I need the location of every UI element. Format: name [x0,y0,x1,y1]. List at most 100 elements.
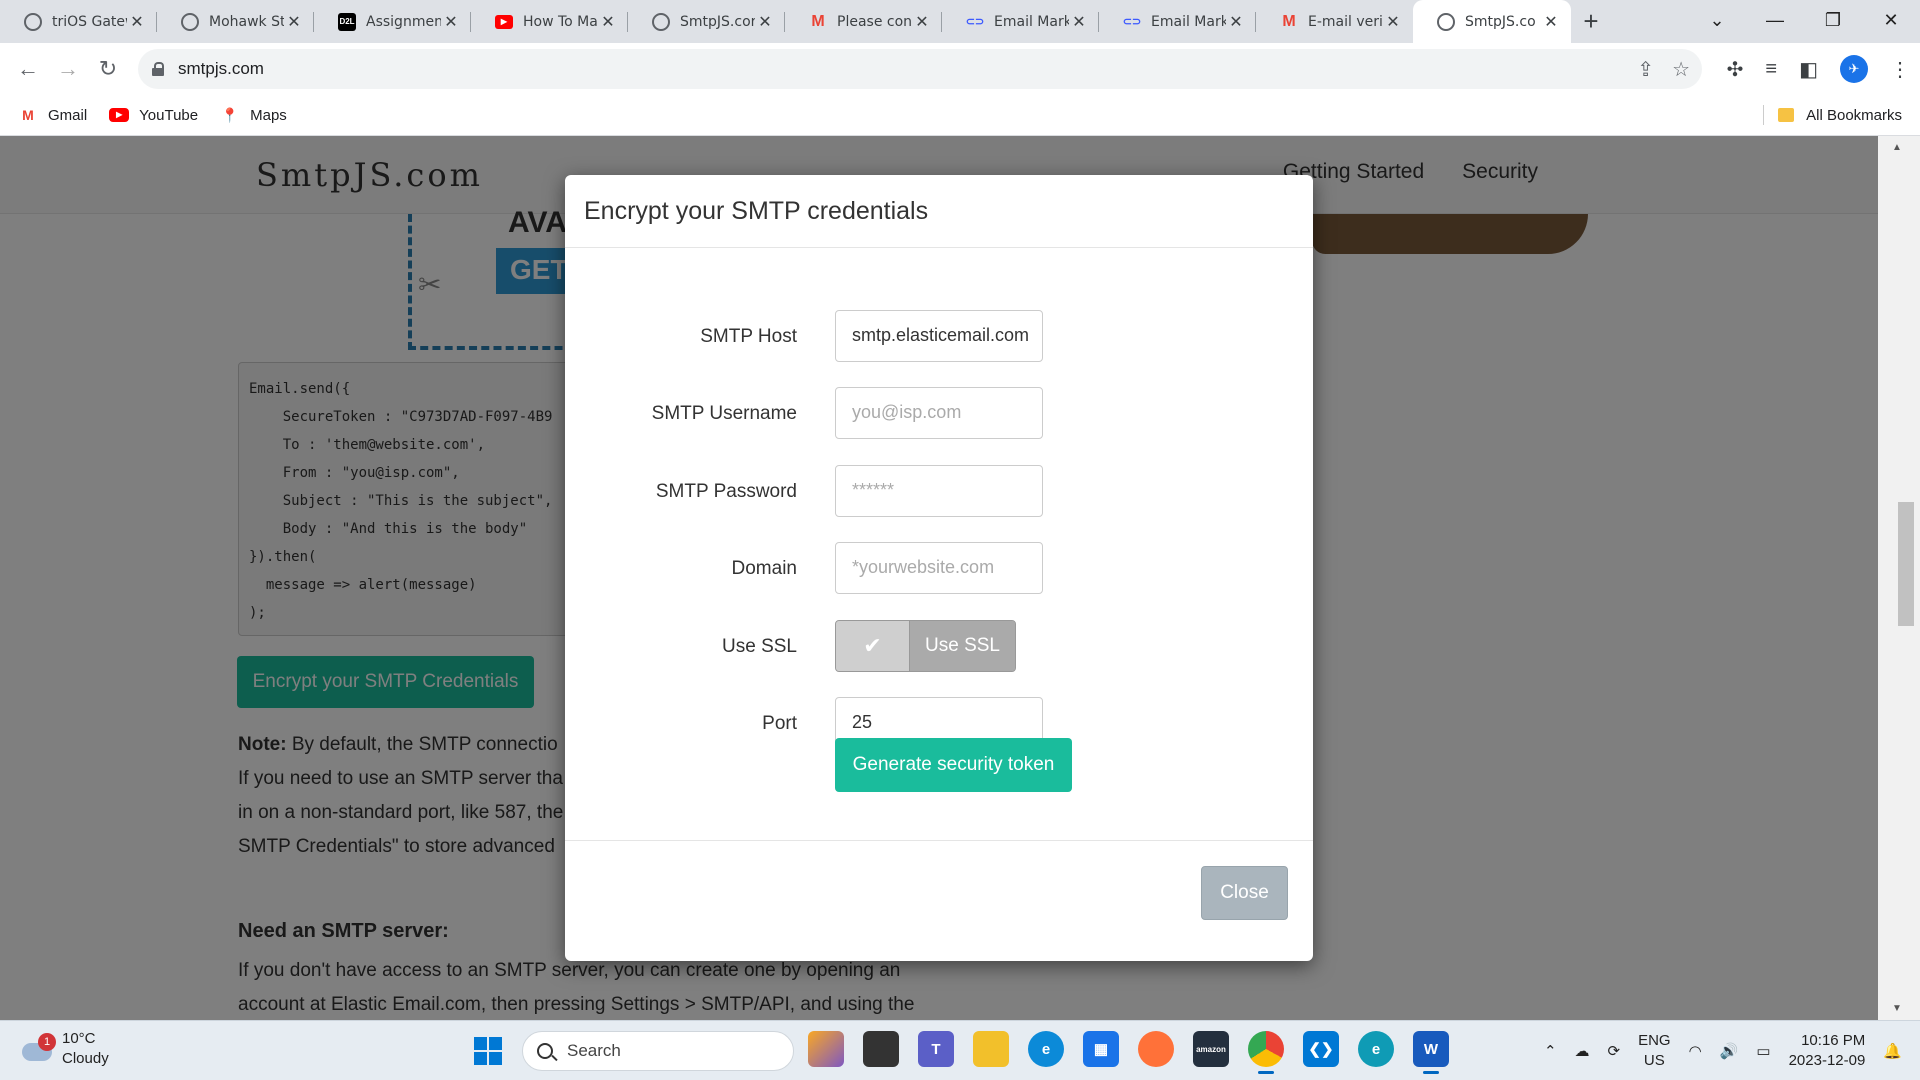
browser-tab[interactable]: D2L Assignmen ✕ [314,0,471,43]
scroll-up-icon[interactable]: ▲ [1892,142,1902,153]
volume-icon[interactable]: 🔊 [1720,1042,1739,1060]
smtp-host-input[interactable]: smtp.elasticemail.com [835,310,1043,362]
gmail-icon: M [811,12,825,30]
all-bookmarks[interactable]: All Bookmarks [1763,95,1902,135]
bookmark-label: YouTube [139,106,199,124]
firefox-icon[interactable] [1138,1031,1174,1067]
menu-kebab-icon[interactable]: ⋮ [1890,57,1910,82]
scroll-thumb[interactable] [1898,502,1914,626]
profile-avatar[interactable]: ✈ [1840,55,1868,83]
forward-icon[interactable]: → [48,49,88,89]
row-use-ssl: Use SSL ✔ Use SSL [565,620,1313,672]
amazon-icon[interactable]: amazon [1193,1031,1229,1067]
browser-tab[interactable]: ⊂⊃ Email Mark ✕ [1099,0,1256,43]
back-icon[interactable]: ← [8,49,48,89]
onedrive-icon[interactable]: ☁ [1575,1042,1590,1060]
windows-start-icon[interactable] [474,1037,502,1065]
browser-tab[interactable]: M E-mail veri ✕ [1256,0,1413,43]
link-icon: ⊂⊃ [965,16,985,28]
close-tab-icon[interactable]: ✕ [1383,12,1403,32]
sync-icon[interactable]: ⟳ [1608,1042,1621,1060]
bookmark-label: Maps [250,106,287,124]
browser-tab[interactable]: ⊂⊃ Email Mark ✕ [942,0,1099,43]
new-tab-icon[interactable]: + [1571,0,1611,43]
globe-icon [652,12,670,31]
notifications-icon[interactable]: 🔔 [1883,1042,1902,1060]
side-panel-icon[interactable]: ◧ [1799,57,1818,82]
close-tab-icon[interactable]: ✕ [1069,12,1089,32]
bookmark-youtube[interactable]: ▶ YouTube [109,107,198,124]
minimize-icon[interactable]: — [1746,10,1804,31]
row-smtp-username: SMTP Username you@isp.com [565,387,1313,439]
word-icon[interactable]: W [1413,1031,1449,1074]
browser-tab[interactable]: M Please con ✕ [785,0,942,43]
close-tab-icon[interactable]: ✕ [1226,12,1246,32]
tab-title: Assignmen [366,13,441,30]
tab-strip: triOS Gatew✕Mohawk St✕D2LAssignmen✕▶How … [0,0,1920,43]
browser-tab[interactable]: ▶ How To Ma ✕ [471,0,628,43]
close-tab-icon[interactable]: ✕ [755,12,775,32]
wifi-icon[interactable]: ◠ [1689,1042,1702,1060]
file-explorer-icon[interactable] [973,1031,1009,1067]
use-ssl-toggle[interactable]: ✔ Use SSL [835,620,1016,672]
clock[interactable]: 10:16 PM 2023-12-09 [1789,1031,1866,1071]
close-tab-icon[interactable]: ✕ [598,12,618,32]
vscode-icon[interactable]: ❮❯ [1303,1031,1339,1067]
close-tab-icon[interactable]: ✕ [284,12,304,32]
search-label: Search [567,1041,621,1060]
clock-time: 10:16 PM [1801,1032,1866,1049]
use-ssl-toggle-label: Use SSL [910,621,1015,671]
edge-dev-icon[interactable]: e [1358,1031,1394,1067]
chevron-up-icon[interactable]: ⌃ [1544,1042,1557,1060]
close-window-icon[interactable]: ✕ [1862,10,1920,31]
address-bar[interactable]: smtpjs.com ⇪ ☆ [138,49,1702,89]
youtube-icon: ▶ [109,107,130,123]
extensions-icon[interactable]: ✣ [1727,57,1744,82]
share-icon[interactable]: ⇪ [1637,57,1654,82]
browser-tab[interactable]: Mohawk St ✕ [157,0,314,43]
globe-icon [24,12,42,31]
smtp-username-input[interactable]: you@isp.com [835,387,1043,439]
page-viewport: SmtpJS.com Getting Started Security AVA … [0,136,1878,1020]
copilot-icon[interactable] [808,1031,844,1067]
teams-icon[interactable]: T [918,1031,954,1067]
domain-label: Domain [731,558,797,579]
restore-icon[interactable]: ❐ [1804,10,1862,31]
gmail-icon: M [22,107,34,123]
browser-tab[interactable]: SmtpJS.co ✕ [1413,0,1571,43]
reload-icon[interactable]: ↻ [88,49,128,89]
bookmark-star-icon[interactable]: ☆ [1672,57,1690,82]
close-tab-icon[interactable]: ✕ [1541,12,1561,32]
generate-token-button[interactable]: Generate security token [835,738,1072,792]
language-indicator[interactable]: ENG US [1638,1031,1671,1071]
browser-tab[interactable]: SmtpJS.cor ✕ [628,0,785,43]
tab-search-icon[interactable]: ⌄ [1688,10,1746,31]
tab-title: Email Mark [1151,13,1226,30]
smtp-password-input[interactable]: ****** [835,465,1043,517]
close-tab-icon[interactable]: ✕ [441,12,461,32]
use-ssl-label: Use SSL [722,636,797,657]
chrome-icon[interactable] [1248,1031,1284,1074]
scroll-down-icon[interactable]: ▼ [1892,1003,1902,1014]
browser-tab[interactable]: triOS Gatew✕ [0,0,157,43]
checkmark-icon: ✔ [836,621,910,671]
lock-icon[interactable] [152,62,164,76]
task-view-icon[interactable] [863,1031,899,1067]
smtp-username-label: SMTP Username [651,403,797,424]
bookmark-gmail[interactable]: M Gmail [18,107,87,124]
close-tab-icon[interactable]: ✕ [912,12,932,32]
media-queue-icon[interactable]: ≡ [1765,58,1777,81]
taskbar-search[interactable]: Search [522,1031,794,1071]
battery-icon[interactable]: ▭ [1756,1042,1770,1060]
close-tab-icon[interactable]: ✕ [127,12,147,32]
store-icon[interactable]: ▦ [1083,1031,1119,1067]
tab-title: SmtpJS.cor [680,13,755,30]
page-scrollbar[interactable]: ▲ ▼ [1878,136,1920,1020]
url-text[interactable]: smtpjs.com [178,59,264,79]
edge-icon[interactable]: e [1028,1031,1064,1067]
domain-input[interactable]: *yourwebsite.com [835,542,1043,594]
weather-widget[interactable]: 1 10°C Cloudy [20,1029,109,1069]
close-button[interactable]: Close [1201,866,1288,920]
weather-condition: Cloudy [62,1050,109,1067]
bookmark-maps[interactable]: 📍 Maps [220,106,287,124]
